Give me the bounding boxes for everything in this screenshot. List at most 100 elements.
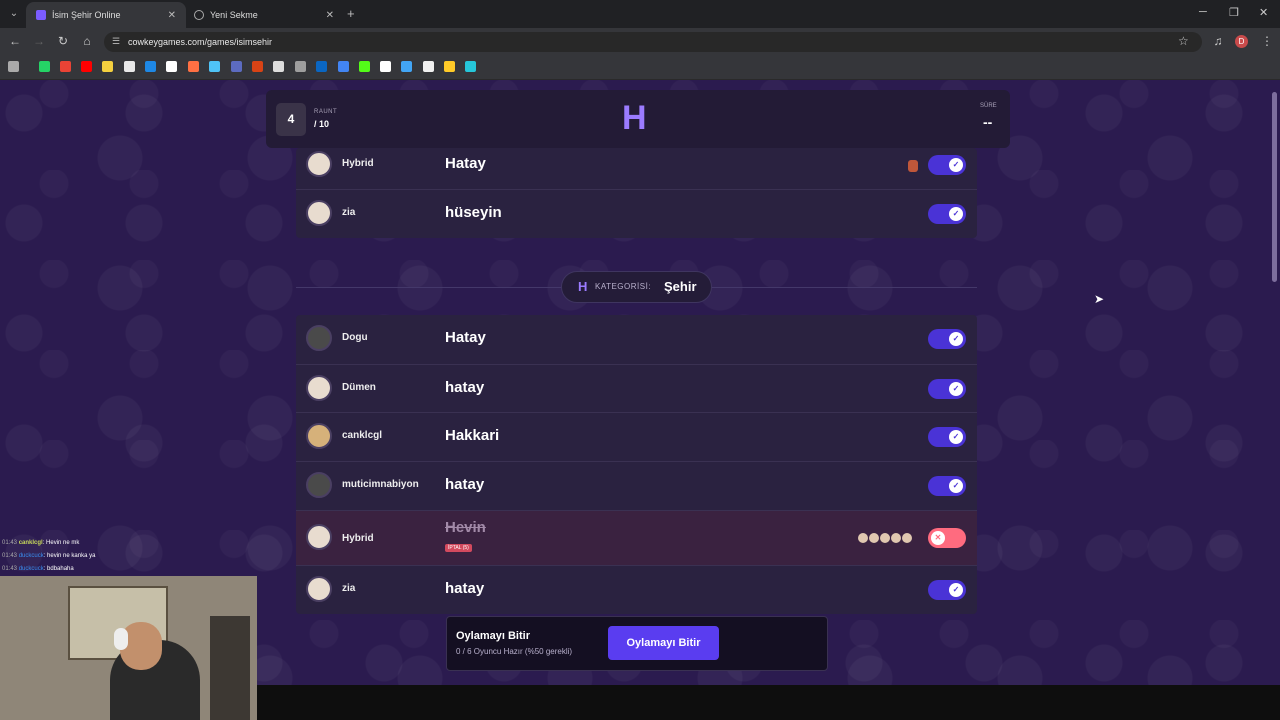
accept-toggle[interactable]: ✓ [928, 476, 966, 496]
site-info-icon[interactable]: ☰ [112, 36, 120, 47]
close-window-icon[interactable]: ✕ [1259, 6, 1268, 19]
answer-text: hatay [445, 580, 485, 597]
profile-avatar[interactable]: D [1235, 35, 1248, 48]
close-tab-icon[interactable]: ✕ [168, 10, 176, 21]
accept-toggle[interactable]: ✓ [928, 427, 966, 447]
player-name: Hybrid [342, 533, 374, 544]
player-name: zia [342, 583, 356, 594]
close-tab-icon[interactable]: ✕ [326, 10, 334, 21]
rejecting-voters [858, 533, 912, 543]
answer-row: zia hatay ✓ [296, 565, 977, 613]
accept-toggle[interactable]: ✓ [928, 204, 966, 224]
accept-toggle[interactable]: ✕ [928, 528, 966, 548]
cowkey-favicon-icon [36, 10, 46, 20]
diamond-white-bookmark-icon[interactable] [380, 61, 391, 72]
voter-avatar-icon [902, 533, 912, 543]
url-text[interactable]: cowkeygames.com/games/isimsehir [128, 37, 272, 47]
voter-avatar-icon [858, 533, 868, 543]
category-letter: H [578, 279, 588, 294]
globe-icon [194, 10, 204, 20]
media-icon[interactable]: ♫ [1210, 34, 1226, 48]
globe-bookmark-icon[interactable] [401, 61, 412, 72]
answer-row: zia hüseyin ✓ [296, 189, 977, 237]
chevron-bookmark-icon[interactable] [252, 61, 263, 72]
avatar [306, 576, 332, 602]
cross-bookmark-icon[interactable] [124, 61, 135, 72]
chat-line: 01:43 duckcuck: hevin ne kanka ya [2, 550, 242, 563]
apps-icon[interactable] [8, 61, 19, 72]
blue-bookmark-icon[interactable] [145, 61, 156, 72]
a-bookmark-icon[interactable] [166, 61, 177, 72]
whatsapp-bookmark-icon[interactable] [39, 61, 50, 72]
reload-icon[interactable]: ↻ [55, 34, 71, 48]
menu-icon[interactable]: ⋮ [1259, 34, 1275, 48]
webcam-overlay [0, 576, 257, 720]
answer-text: Hakkari [445, 427, 500, 444]
page-scrollbar[interactable] [1272, 92, 1277, 282]
minimize-icon[interactable]: ─ [1199, 6, 1207, 18]
tab-search-icon[interactable]: ⌄ [6, 6, 22, 22]
answer-text-rejected: Hevin [445, 519, 486, 536]
avatar [306, 151, 332, 177]
voter-avatar-icon [869, 533, 879, 543]
ih-bookmark-icon[interactable] [231, 61, 242, 72]
accept-toggle[interactable]: ✓ [928, 379, 966, 399]
orange-bookmark-icon[interactable] [188, 61, 199, 72]
player-name: canklcgl [342, 430, 383, 441]
tab-title: İsim Şehir Online [52, 10, 121, 20]
gmail-bookmark-icon[interactable] [60, 61, 71, 72]
car-bookmark-icon[interactable] [444, 61, 455, 72]
answer-row: muticimnabiyon hatay ✓ [296, 461, 977, 509]
voter-avatar-icon [891, 533, 901, 543]
back-icon[interactable]: ← [7, 34, 23, 48]
answer-text: Hatay [445, 155, 486, 172]
forward-icon[interactable]: → [31, 34, 47, 48]
round-total: / 10 [314, 119, 330, 129]
round-label: RAUNT [314, 109, 338, 115]
voter-avatar-icon [908, 160, 918, 172]
avatar [306, 423, 332, 449]
s-bookmark-icon[interactable] [102, 61, 113, 72]
chat-user: canklcgl [18, 540, 43, 546]
answer-text: hüseyin [445, 204, 502, 221]
maximize-icon[interactable]: ❐ [1229, 6, 1239, 19]
tab-new[interactable]: Yeni Sekme ✕ [184, 2, 344, 28]
accept-toggle[interactable]: ✓ [928, 580, 966, 600]
accept-toggle[interactable]: ✓ [928, 155, 966, 175]
new-tab-icon[interactable]: + [347, 6, 355, 21]
avatar [306, 375, 332, 401]
player-name: zia [342, 207, 356, 218]
avatar [306, 325, 332, 351]
home-icon[interactable]: ⌂ [79, 34, 95, 48]
tv-bookmark-icon[interactable] [273, 61, 284, 72]
avatar [306, 524, 332, 550]
answer-row-cancelled: Hybrid Hevin İPTAL (5) ✕ [296, 510, 977, 565]
finish-voting-button[interactable]: Oylamayı Bitir [608, 626, 719, 660]
answer-row: Dogu Hatay ✓ [296, 315, 977, 363]
answer-text: hatay [445, 379, 485, 396]
headset-icon [114, 628, 128, 650]
grid-bookmark-icon[interactable] [465, 61, 476, 72]
translate-bookmark-icon[interactable] [338, 61, 349, 72]
player-name: Dogu [342, 332, 368, 343]
category-label: KATEGORİSİ: [595, 282, 652, 291]
avatar [306, 200, 332, 226]
chat-message: : Hevin ne mk [42, 540, 80, 546]
youtube-bookmark-icon[interactable] [81, 61, 92, 72]
circle-bookmark-icon[interactable] [295, 61, 306, 72]
github-bookmark-icon[interactable] [423, 61, 434, 72]
chat-message: : bdbahaha [43, 566, 74, 572]
tab-isim-sehir[interactable]: İsim Şehir Online ✕ [26, 2, 186, 28]
cancel-badge: İPTAL (5) [445, 544, 472, 552]
accept-toggle[interactable]: ✓ [928, 329, 966, 349]
answer-row: canklcgl Hakkari ✓ [296, 412, 977, 460]
bookmark-star-icon[interactable]: ☆ [1178, 34, 1189, 48]
answer-row: Hybrid Hatay ✓ [296, 141, 977, 189]
finish-voting-title: Oylamayı Bitir [456, 630, 530, 642]
answer-row: Dümen hatay ✓ [296, 364, 977, 412]
diamond-bookmark-icon[interactable] [209, 61, 220, 72]
chat-time: 01:43 [2, 540, 18, 546]
kick-bookmark-icon[interactable] [359, 61, 370, 72]
player-name: muticimnabiyon [342, 479, 419, 490]
linkedin-bookmark-icon[interactable] [316, 61, 327, 72]
